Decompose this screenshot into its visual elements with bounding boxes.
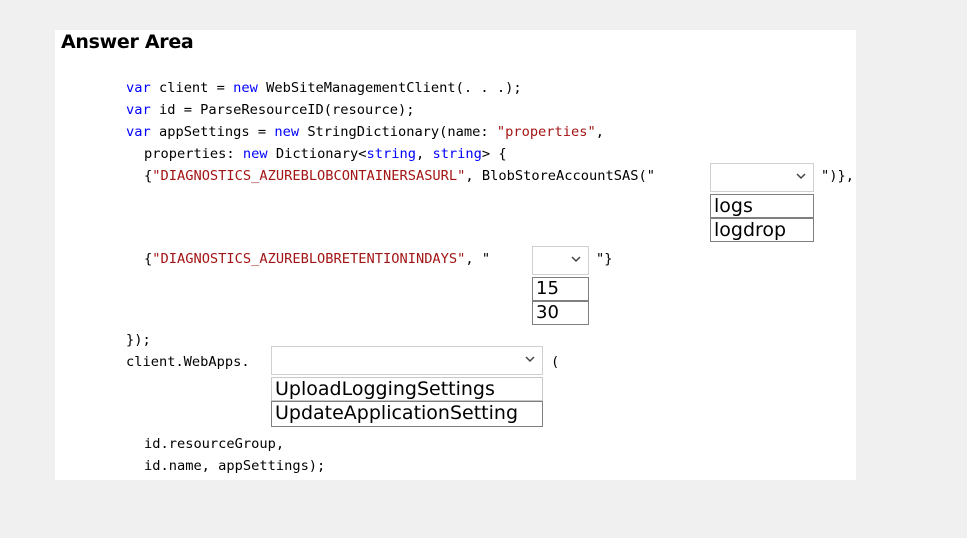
code-text: client = (150, 80, 234, 96)
retention-options: 15 30 (532, 277, 589, 325)
string-literal: "DIAGNOSTICS_AZUREBLOBRETENTIONINDAYS" (152, 251, 466, 267)
keyword-string: string (432, 146, 482, 162)
code-line-client: var client = new WebSiteManagementClient… (126, 80, 522, 97)
keyword-new: new (274, 124, 300, 140)
code-text: StringDictionary(name: (299, 124, 497, 140)
code-line-container-sas: {"DIAGNOSTICS_AZUREBLOBCONTAINERSASURL",… (144, 168, 655, 185)
code-line-webapps: client.WebApps. (126, 354, 250, 370)
string-literal: "DIAGNOSTICS_AZUREBLOBCONTAINERSASURL" (152, 168, 466, 184)
code-text: Dictionary< (267, 146, 367, 162)
answer-area-title: Answer Area (61, 31, 194, 53)
code-line-retention: {"DIAGNOSTICS_AZUREBLOBRETENTIONINDAYS",… (144, 251, 490, 268)
keyword-var: var (126, 80, 151, 96)
code-text: , (595, 124, 604, 140)
container-dropdown[interactable] (710, 163, 814, 192)
container-option-logdrop[interactable]: logdrop (710, 218, 814, 242)
code-text: properties: (144, 146, 243, 162)
code-text: appSettings = (150, 124, 275, 140)
code-text: , (415, 146, 433, 162)
retention-dropdown[interactable] (532, 246, 589, 275)
keyword-new: new (233, 80, 258, 96)
code-text: , BlobStoreAccountSAS(" (465, 168, 655, 184)
keyword-new: new (242, 146, 268, 162)
retention-option-15[interactable]: 15 (532, 277, 589, 301)
code-text: WebSiteManagementClient(. . .); (257, 80, 522, 96)
code-text: , " (465, 251, 491, 267)
code-line-name: id.name, appSettings); (144, 458, 326, 474)
method-dropdown[interactable] (271, 346, 543, 375)
code-line-id: var id = ParseResourceID(resource); (126, 102, 414, 119)
retention-option-30[interactable]: 30 (532, 301, 589, 325)
method-options: UploadLoggingSettings UpdateApplicationS… (271, 377, 543, 427)
keyword-var: var (126, 102, 151, 118)
code-text: { (144, 168, 153, 184)
code-line-webapps-paren: ( (551, 354, 560, 370)
chevron-down-icon (796, 173, 806, 180)
code-text: id = ParseResourceID(resource); (150, 102, 415, 118)
code-line-appsettings: var appSettings = new StringDictionary(n… (126, 124, 604, 141)
method-option-upload-logging[interactable]: UploadLoggingSettings (271, 377, 543, 401)
string-literal: "properties" (496, 124, 596, 140)
code-line-properties: properties: new Dictionary<string, strin… (144, 146, 507, 163)
code-line-retention-end: "} (596, 251, 613, 267)
container-options: logs logdrop (710, 194, 814, 242)
code-line-container-sas-end: ")}, (821, 168, 854, 184)
chevron-down-icon (525, 356, 535, 363)
code-line-close: }); (126, 332, 151, 348)
keyword-string: string (366, 146, 416, 162)
container-option-logs[interactable]: logs (710, 194, 814, 218)
code-line-resourcegroup: id.resourceGroup, (144, 436, 285, 452)
answer-area-panel: Answer Area var client = new WebSiteMana… (55, 30, 856, 480)
chevron-down-icon (571, 256, 581, 263)
method-option-update-application[interactable]: UpdateApplicationSetting (271, 401, 543, 427)
code-text: > { (481, 146, 507, 162)
keyword-var: var (126, 124, 151, 140)
code-text: { (144, 251, 153, 267)
